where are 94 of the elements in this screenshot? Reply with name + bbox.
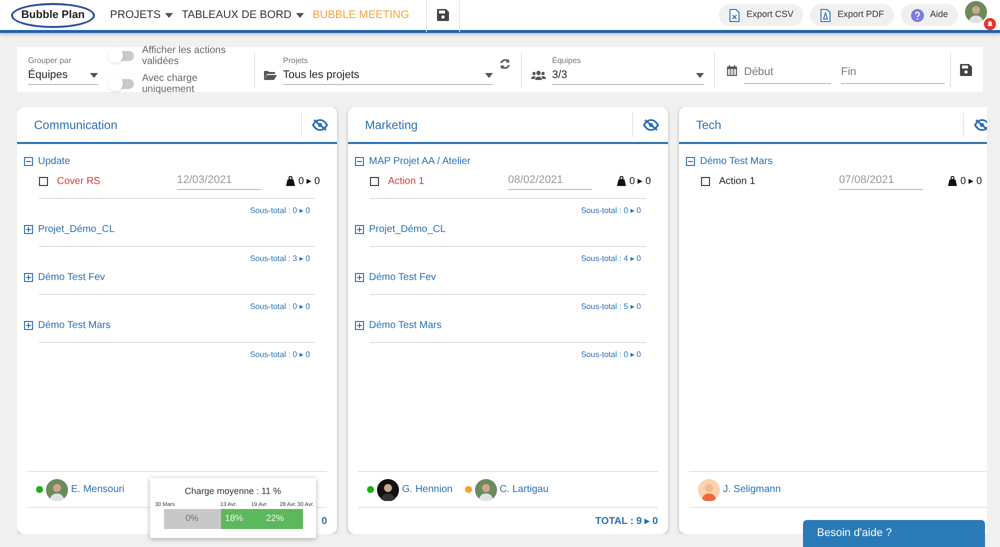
date-field[interactable]: 08/02/2021 <box>508 172 592 190</box>
total: TOTAL : 9 ▸ 0 <box>595 514 658 528</box>
member-name[interactable]: C. Lartigau <box>500 482 549 497</box>
eye-slash-icon[interactable] <box>974 118 987 130</box>
expand-icon[interactable] <box>355 224 364 234</box>
end-date-field[interactable]: Fin <box>841 62 945 84</box>
avatar <box>46 478 68 500</box>
toggle-switch[interactable] <box>110 78 134 88</box>
load-value: 0 ▸ 0 <box>960 174 982 188</box>
load-segment: 22% <box>248 508 302 528</box>
load-segment: 18% <box>220 508 248 528</box>
help-icon <box>910 8 924 22</box>
total: 0 <box>321 514 327 528</box>
excel-file-icon <box>729 8 740 22</box>
help-chat-button[interactable]: Besoin d'aide ? <box>803 520 985 547</box>
project-name[interactable]: Update <box>38 154 70 168</box>
expand-icon[interactable] <box>355 320 364 330</box>
field-label: Équipes <box>552 54 582 66</box>
checkbox[interactable] <box>39 176 48 186</box>
checkbox[interactable] <box>370 176 379 186</box>
load-segment: 0% <box>164 508 220 528</box>
date-field[interactable]: 07/08/2021 <box>839 172 923 190</box>
field-label: Grouper par <box>28 54 72 66</box>
pdf-file-icon <box>820 8 832 22</box>
subtotal: Sous-total : 0 ▸ 0 <box>250 205 310 217</box>
collapse-icon[interactable] <box>24 156 33 166</box>
nav-item[interactable]: PROJETS <box>110 6 173 24</box>
folder-icon <box>264 70 277 80</box>
action-name[interactable]: Action 1 <box>388 174 498 188</box>
date-field[interactable]: 12/03/2021 <box>177 172 261 190</box>
member-name[interactable]: G. Hennion <box>402 482 453 497</box>
toggle-label: Avec charge uniquement <box>142 72 198 94</box>
card-title: Marketing <box>364 116 419 134</box>
load-value: 0 ▸ 0 <box>629 174 651 188</box>
action-name[interactable]: Cover RS <box>57 174 167 188</box>
header-button[interactable]: Aide <box>900 4 958 26</box>
expand-icon[interactable] <box>24 320 33 330</box>
project-name[interactable]: Projet_Démo_CL <box>369 222 446 236</box>
weight-icon <box>286 176 296 186</box>
project-name[interactable]: MAP Projet AA / Atelier <box>369 154 471 168</box>
caret-icon <box>696 72 704 78</box>
tooltip-title: Charge moyenne : 11 % <box>184 485 282 498</box>
eye-slash-icon[interactable] <box>642 118 658 130</box>
start-date-field[interactable]: Début <box>744 62 831 84</box>
project-name[interactable]: Démo Test Fev <box>369 270 436 284</box>
avatar <box>474 478 497 500</box>
subtotal: Sous-total : 0 ▸ 0 <box>250 349 310 361</box>
teams-select[interactable]: 3/3 <box>552 66 704 84</box>
collapse-icon[interactable] <box>355 156 364 166</box>
eye-slash-icon[interactable] <box>312 118 328 130</box>
expand-icon[interactable] <box>355 272 364 282</box>
bell-badge-icon[interactable] <box>984 18 996 30</box>
subtotal: Sous-total : 4 ▸ 0 <box>580 253 641 265</box>
member-name[interactable]: E. Mensouri <box>71 482 124 497</box>
expand-icon[interactable] <box>24 224 33 234</box>
calendar-icon <box>727 65 737 76</box>
subtotal: Sous-total : 0 ▸ 0 <box>250 301 310 313</box>
avatar <box>698 478 720 500</box>
checkbox[interactable] <box>701 176 710 186</box>
refresh-icon[interactable] <box>499 58 511 70</box>
card-title: Communication <box>33 116 118 134</box>
card-title: Tech <box>695 116 722 134</box>
weight-icon <box>948 176 958 186</box>
project-name[interactable]: Démo Test Mars <box>369 318 442 332</box>
subtotal: Sous-total : 3 ▸ 0 <box>250 253 310 265</box>
subtotal: Sous-total : 0 ▸ 0 <box>580 205 641 217</box>
nav-item[interactable]: TABLEAUX DE BORD <box>182 6 304 24</box>
expand-icon[interactable] <box>24 272 33 282</box>
load-value: 0 ▸ 0 <box>298 174 320 188</box>
weight-icon <box>617 176 626 186</box>
caret-icon <box>90 72 98 78</box>
field-label: Projets <box>283 54 309 66</box>
action-name[interactable]: Action 1 <box>719 174 829 188</box>
subtotal: Sous-total : 5 ▸ 0 <box>580 301 641 313</box>
group-by-select[interactable]: Équipes <box>28 66 98 84</box>
caret-icon <box>485 72 493 78</box>
save-icon[interactable] <box>960 64 972 76</box>
toggle-label: Afficher les actions validées <box>142 44 227 66</box>
save-icon[interactable] <box>437 9 450 21</box>
avatar <box>377 478 399 500</box>
people-icon <box>531 70 546 80</box>
header-button[interactable]: Export PDF <box>810 4 894 26</box>
avatar <box>965 1 987 23</box>
project-name[interactable]: Projet_Démo_CL <box>38 222 115 236</box>
project-name[interactable]: Démo Test Fev <box>38 270 106 284</box>
collapse-icon[interactable] <box>686 156 695 166</box>
project-name[interactable]: Démo Test Mars <box>700 154 773 168</box>
member-name[interactable]: J. Seligmann <box>723 482 781 497</box>
project-name[interactable]: Démo Test Mars <box>38 318 111 332</box>
header-button[interactable]: Export CSV <box>719 4 804 26</box>
logo[interactable]: Bubble Plan <box>11 2 95 28</box>
toggle-switch[interactable] <box>110 50 134 60</box>
subtotal: Sous-total : 0 ▸ 0 <box>580 349 641 361</box>
projects-select[interactable]: Tous les projets <box>283 66 493 84</box>
